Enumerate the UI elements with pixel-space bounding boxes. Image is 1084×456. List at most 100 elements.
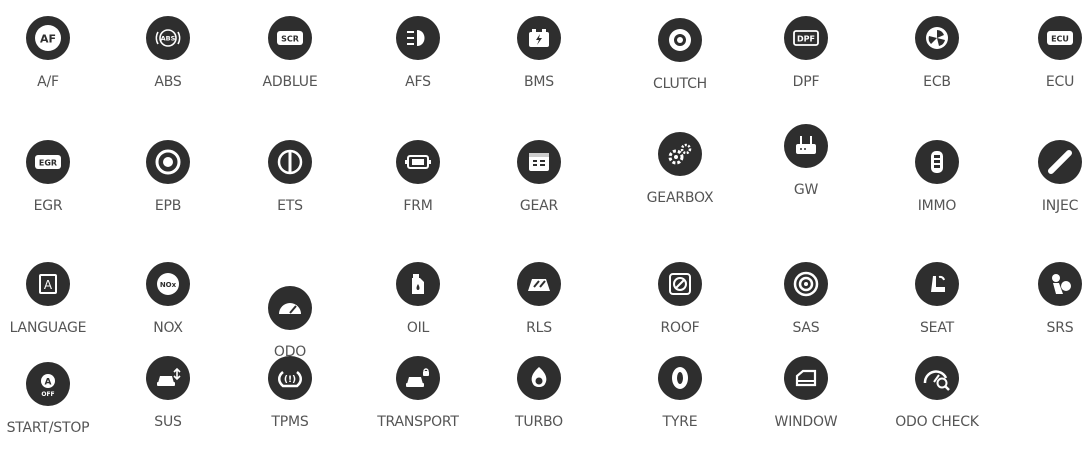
function-label: CLUTCH — [653, 76, 707, 92]
gearbox-icon — [658, 132, 702, 176]
function-tile-window[interactable]: WINDOW — [751, 356, 861, 456]
function-tile-transport[interactable]: TRANSPORT — [363, 356, 473, 456]
function-label: GEARBOX — [646, 190, 714, 206]
function-tile-ecb[interactable]: ECB — [882, 16, 992, 106]
sunroof-icon — [658, 262, 702, 306]
airbag-icon — [1038, 262, 1082, 306]
function-label: START/STOP — [6, 420, 90, 436]
function-label: RLS — [526, 320, 552, 336]
function-tile-oil[interactable]: OIL — [363, 262, 473, 352]
svg-text:NOx: NOx — [160, 281, 177, 289]
seat-icon — [915, 262, 959, 306]
svg-text:EGR: EGR — [39, 159, 57, 168]
function-label: ADBLUE — [262, 74, 318, 90]
function-tile-turbo[interactable]: TURBO — [484, 356, 594, 456]
turbo-icon — [517, 356, 561, 400]
function-tile-roof[interactable]: ROOF — [625, 262, 735, 352]
parking-brake-icon — [146, 140, 190, 184]
function-label: LANGUAGE — [9, 320, 87, 336]
svg-text:ECU: ECU — [1051, 35, 1069, 44]
ecu-icon: ECU — [1038, 16, 1082, 60]
function-tile-egr[interactable]: EGR EGR — [0, 140, 103, 230]
function-tile-afs[interactable]: AFS — [363, 16, 473, 106]
frm-module-icon — [396, 140, 440, 184]
function-tile-clutch[interactable]: CLUTCH — [625, 18, 735, 108]
function-tile-adblue[interactable]: SCR ADBLUE — [235, 16, 345, 106]
function-label: ROOF — [660, 320, 700, 336]
nox-icon: NOx — [146, 262, 190, 306]
odometer-icon — [268, 286, 312, 330]
function-label: ECU — [1045, 74, 1075, 90]
function-tile-gear[interactable]: GEAR — [484, 140, 594, 230]
function-tile-odo-check[interactable]: ODO CHECK — [882, 356, 992, 456]
function-label: WINDOW — [774, 414, 838, 430]
function-label: SRS — [1046, 320, 1074, 336]
oil-icon — [396, 262, 440, 306]
function-label: SUS — [154, 414, 182, 430]
svg-text:DPF: DPF — [797, 35, 815, 44]
function-grid: AF A/F ABS ABS SCR ADBLUE AFS BMS CLUTCH DPF DPF EC… — [0, 0, 1084, 436]
svg-text:A: A — [44, 278, 53, 292]
function-label: SAS — [792, 320, 820, 336]
steering-angle-icon — [784, 262, 828, 306]
function-label: EGR — [33, 198, 63, 214]
battery-icon — [517, 16, 561, 60]
gear-window-icon — [517, 140, 561, 184]
function-label: EPB — [154, 198, 182, 214]
function-tile-tyre[interactable]: TYRE — [625, 356, 735, 456]
function-tile-ecu[interactable]: ECU ECU — [1005, 16, 1084, 106]
function-tile-rls[interactable]: RLS — [484, 262, 594, 352]
function-tile-immo[interactable]: IMMO — [882, 140, 992, 230]
function-tile-ets[interactable]: ETS — [235, 140, 345, 230]
scr-icon: SCR — [268, 16, 312, 60]
function-label: IMMO — [917, 198, 957, 214]
function-tile-a-f[interactable]: AF A/F — [0, 16, 103, 106]
function-tile-sas[interactable]: SAS — [751, 262, 861, 352]
af-icon: AF — [26, 16, 70, 60]
function-tile-language[interactable]: A LANGUAGE — [0, 262, 103, 352]
function-tile-tpms[interactable]: (!) TPMS — [235, 356, 345, 456]
function-tile-frm[interactable]: FRM — [363, 140, 473, 230]
injector-icon — [1038, 140, 1082, 184]
function-tile-dpf[interactable]: DPF DPF — [751, 16, 861, 106]
function-label: DPF — [792, 74, 820, 90]
suspension-icon — [146, 356, 190, 400]
function-tile-bms[interactable]: BMS — [484, 16, 594, 106]
function-tile-gw[interactable]: GW — [751, 124, 861, 214]
key-fob-icon — [915, 140, 959, 184]
start-stop-icon: A OFF — [26, 362, 70, 406]
function-tile-start-stop[interactable]: A OFF START/STOP — [0, 362, 103, 456]
function-label: GW — [793, 182, 819, 198]
svg-text:A: A — [45, 378, 52, 388]
function-label: FRM — [403, 198, 433, 214]
dpf-icon: DPF — [784, 16, 828, 60]
function-tile-epb[interactable]: EPB — [113, 140, 223, 230]
function-label: ETS — [277, 198, 303, 214]
svg-text:SCR: SCR — [281, 35, 299, 44]
svg-text:(!): (!) — [284, 375, 296, 385]
function-tile-sus[interactable]: SUS — [113, 356, 223, 456]
function-label: GEAR — [519, 198, 559, 214]
function-tile-gearbox[interactable]: GEARBOX — [625, 132, 735, 222]
function-tile-seat[interactable]: SEAT — [882, 262, 992, 352]
function-label: ECB — [923, 74, 951, 90]
egr-icon: EGR — [26, 140, 70, 184]
function-label: SEAT — [920, 320, 954, 336]
function-tile-abs[interactable]: ABS ABS — [113, 16, 223, 106]
rain-light-sensor-icon — [517, 262, 561, 306]
function-label: A/F — [37, 74, 59, 90]
function-tile-injec[interactable]: INJEC — [1005, 140, 1084, 230]
function-label: INJEC — [1041, 198, 1079, 214]
function-tile-odo[interactable]: ODO — [235, 262, 345, 360]
svg-text:ABS: ABS — [161, 35, 176, 43]
language-icon: A — [26, 262, 70, 306]
transport-mode-icon — [396, 356, 440, 400]
ecb-icon — [915, 16, 959, 60]
function-label: AFS — [405, 74, 431, 90]
tpms-icon: (!) — [268, 356, 312, 400]
function-label: TRANSPORT — [377, 414, 459, 430]
svg-text:AF: AF — [40, 33, 56, 46]
function-tile-nox[interactable]: NOx NOX — [113, 262, 223, 352]
function-label: NOX — [153, 320, 183, 336]
function-tile-srs[interactable]: SRS — [1005, 262, 1084, 352]
